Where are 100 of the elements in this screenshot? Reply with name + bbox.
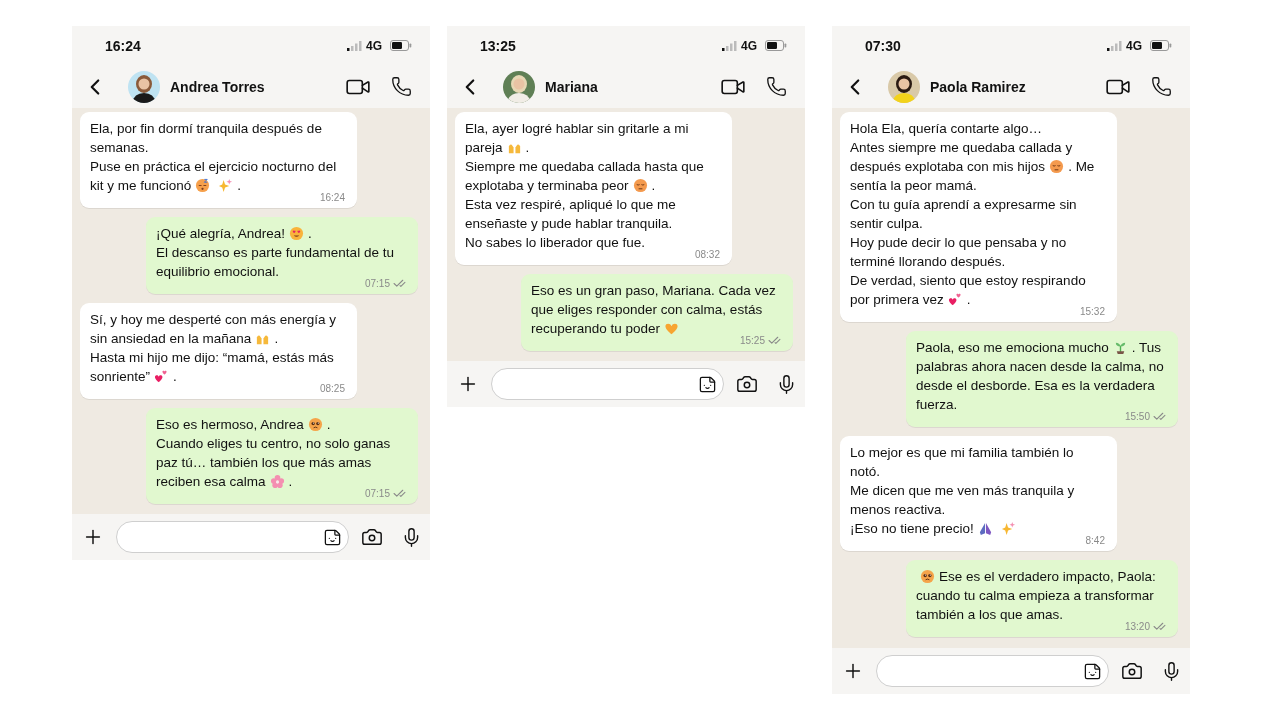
message-text: Ela, por fin dormí tranquila después de xyxy=(90,120,322,138)
sticker-icon[interactable] xyxy=(1083,661,1102,681)
message-text: también a los que amas. xyxy=(916,606,1064,624)
message-text: paz tú… también los que más amas xyxy=(156,454,372,472)
battery-icon xyxy=(1150,40,1172,51)
pensive-face-icon xyxy=(632,178,648,193)
message-text: kit y me funcionó xyxy=(90,177,192,195)
message-text: notó. xyxy=(850,463,881,481)
message-text: Hasta mi hijo me dijo: “mamá, estás más xyxy=(90,349,334,367)
pensive-face-icon xyxy=(1049,159,1065,174)
message-time: 15:32 xyxy=(1079,304,1105,319)
message-text: pareja xyxy=(465,139,503,157)
message-text: después explotaba con mis hijos xyxy=(850,158,1046,176)
message-text: Hola Ela, quería contarte algo… xyxy=(850,120,1043,138)
message-text: . xyxy=(237,177,242,195)
message-time: 08:25 xyxy=(319,381,345,396)
message-text: reciben esa calma xyxy=(156,473,266,491)
message-text: palabras ahora nacen desde la calma, no xyxy=(916,358,1164,376)
message-text: cuando tu calma empieza a transformar xyxy=(916,587,1154,605)
message-text: equilibrio emocional. xyxy=(156,263,280,281)
battery-icon xyxy=(390,40,412,51)
message-text: Esta vez respiré, apliqué lo que me xyxy=(465,196,676,214)
message-text: Paola, eso me emociona mucho xyxy=(916,339,1109,357)
message-input[interactable] xyxy=(876,655,1109,687)
message-text: Antes siempre me quedaba callada y xyxy=(850,139,1073,157)
sticker-icon[interactable] xyxy=(323,527,342,547)
hearts-icon xyxy=(947,292,963,307)
message-input[interactable] xyxy=(491,368,724,400)
message-text: Con tu guía aprendí a expresarme sin xyxy=(850,196,1077,214)
message-text: desde el desborde. Esa es la verdadera xyxy=(916,377,1155,395)
message-text: . Tus xyxy=(1131,339,1162,357)
message-text: . xyxy=(274,330,279,348)
heart-icon xyxy=(664,321,680,336)
message-text: terminé llorando después. xyxy=(850,253,1006,271)
message-time: 15:50 xyxy=(1124,409,1150,424)
blossom-icon xyxy=(269,474,285,489)
message-text: Eso es un gran paso, Mariana. Cada vez xyxy=(531,282,776,300)
network-label: 4G xyxy=(1126,38,1142,53)
message-time: 8:42 xyxy=(1085,533,1105,548)
message-text: . xyxy=(326,416,331,434)
camera-icon[interactable] xyxy=(361,526,383,548)
message-text: sentir culpa. xyxy=(850,215,923,233)
message-text: Ela, ayer logré hablar sin gritarle a mi xyxy=(465,120,689,138)
sleeping-face-icon xyxy=(195,178,211,193)
message-time: 16:24 xyxy=(319,190,345,205)
message-time: 08:32 xyxy=(694,247,720,262)
message-text: . xyxy=(288,473,293,491)
message-time: 15:25 xyxy=(739,333,765,348)
heart-eyes-icon xyxy=(289,226,305,241)
message-time: 07:15 xyxy=(364,486,390,501)
message-time: 13:20 xyxy=(1124,619,1150,634)
message-text: No sabes lo liberador que fue. xyxy=(465,234,646,252)
message-text: sin ansiedad en la mañana xyxy=(90,330,252,348)
message-text: sentía la peor mamá. xyxy=(850,177,977,195)
phone-icon[interactable] xyxy=(391,76,412,97)
contact-name: Andrea Torres xyxy=(170,78,266,95)
message-text: Me dicen que me ven más tranquila y xyxy=(850,482,1075,500)
message-text: semanas. xyxy=(90,139,149,157)
network-label: 4G xyxy=(741,38,757,53)
message-text: enseñaste y pude hablar tranquila. xyxy=(465,215,673,233)
message-text: explotaba y terminaba peor xyxy=(465,177,629,195)
pleading-face-icon xyxy=(920,569,935,584)
battery-icon xyxy=(765,40,787,51)
message-text: . xyxy=(651,177,656,195)
message-text: Siempre me quedaba callada hasta que xyxy=(465,158,704,176)
message-text: Cuando eliges tu centro, no solo ganas xyxy=(156,435,391,453)
message-text: . xyxy=(173,368,177,386)
camera-icon[interactable] xyxy=(736,373,758,395)
message-text: ¡Eso no tiene precio! xyxy=(850,520,974,538)
signal-icon xyxy=(347,40,362,51)
status-time: 07:30 xyxy=(865,37,902,54)
message-text: Lo mejor es que mi familia también lo xyxy=(850,444,1074,462)
phone-icon[interactable] xyxy=(1151,76,1172,97)
message-text: . xyxy=(308,225,312,243)
message-input[interactable] xyxy=(116,521,349,553)
message-text: Eso es hermoso, Andrea xyxy=(156,416,304,434)
message-text: recuperando tu poder xyxy=(531,320,661,338)
signal-icon xyxy=(722,40,737,51)
message-text: fuerza. xyxy=(916,396,958,414)
message-text: El descanso es parte fundamental de tu xyxy=(156,244,394,262)
message-time: 07:15 xyxy=(364,276,390,291)
camera-icon[interactable] xyxy=(1121,660,1143,682)
status-time: 13:25 xyxy=(480,37,517,54)
folded-hands-icon xyxy=(977,521,993,536)
sparkles-icon xyxy=(218,178,234,193)
message-text: . xyxy=(525,139,530,157)
message-text: Sí, y hoy me desperté con más energía y xyxy=(90,311,337,329)
sparkles-icon xyxy=(1000,521,1016,536)
sticker-icon[interactable] xyxy=(698,374,717,394)
phone-icon[interactable] xyxy=(766,76,787,97)
message-text: por primera vez xyxy=(850,291,944,309)
status-time: 16:24 xyxy=(105,37,142,54)
message-text: menos reactiva. xyxy=(850,501,946,519)
message-text: Puse en práctica el ejercicio nocturno del xyxy=(90,158,337,176)
network-label: 4G xyxy=(366,38,382,53)
message-text: . Me xyxy=(1068,158,1095,176)
message-text: De verdad, siento que estoy respirando xyxy=(850,272,1086,290)
message-text: que eliges responder con calma, estás xyxy=(531,301,763,319)
contact-name: Mariana xyxy=(545,78,599,95)
pleading-face-icon xyxy=(307,417,323,432)
